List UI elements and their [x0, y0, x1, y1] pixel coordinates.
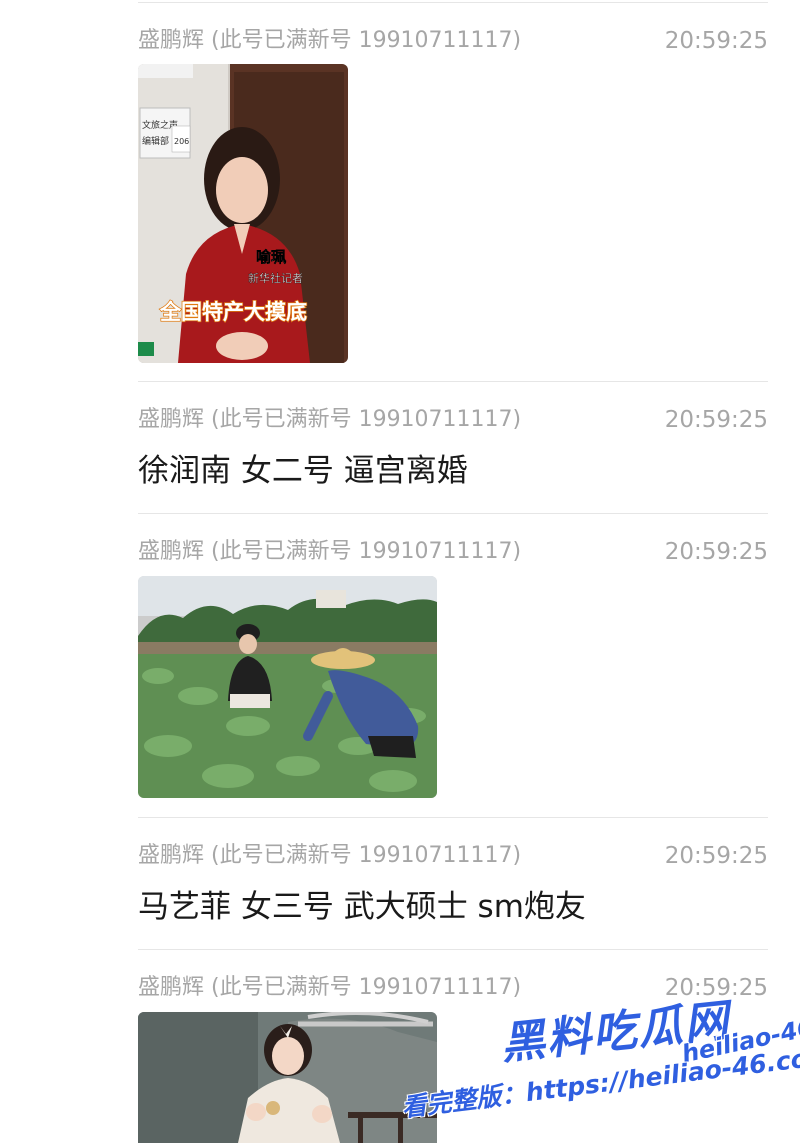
- chat-message-list[interactable]: 盛鹏辉 (此号已满新号 19910711117) 20:59:25 文旅之声 编…: [0, 0, 800, 1143]
- message-divider: [138, 381, 768, 382]
- message-time: 20:59:25: [664, 28, 768, 54]
- message-image-field[interactable]: [138, 576, 437, 798]
- message-text[interactable]: 马艺菲 女三号 武大硕士 sm炮友: [138, 887, 586, 927]
- sender-name: 盛鹏辉 (此号已满新号 19910711117): [138, 975, 522, 1000]
- message-time: 20:59:25: [664, 407, 768, 433]
- message-divider: [138, 2, 768, 3]
- sender-name: 盛鹏辉 (此号已满新号 19910711117): [138, 28, 522, 53]
- caption-banner: 全国特产大摸底: [159, 300, 307, 324]
- reporter-photo: 文旅之声 编辑部 206 喻珮 新华社记者 全国特产大摸底: [138, 64, 348, 363]
- message-image-reporter[interactable]: 文旅之声 编辑部 206 喻珮 新华社记者 全国特产大摸底: [138, 64, 348, 363]
- sender-name: 盛鹏辉 (此号已满新号 19910711117): [138, 407, 522, 432]
- caption-role: 新华社记者: [248, 271, 303, 285]
- message-divider: [138, 817, 768, 818]
- message-time: 20:59:25: [664, 539, 768, 565]
- message-header: 盛鹏辉 (此号已满新号 19910711117) 20:59:25: [138, 535, 768, 569]
- door-number: 206: [174, 137, 189, 146]
- message-header: 盛鹏辉 (此号已满新号 19910711117) 20:59:25: [138, 403, 768, 437]
- message-divider: [138, 513, 768, 514]
- field-photo: [138, 576, 437, 798]
- message-header: 盛鹏辉 (此号已满新号 19910711117) 20:59:25: [138, 839, 768, 873]
- sender-name: 盛鹏辉 (此号已满新号 19910711117): [138, 843, 522, 868]
- message-divider: [138, 949, 768, 950]
- message-header: 盛鹏辉 (此号已满新号 19910711117) 20:59:25: [138, 24, 768, 58]
- message-header: 盛鹏辉 (此号已满新号 19910711117) 20:59:25: [138, 971, 768, 1005]
- girl-photo: [138, 1012, 437, 1143]
- message-text[interactable]: 徐润南 女二号 逼宫离婚: [138, 451, 468, 491]
- sender-name: 盛鹏辉 (此号已满新号 19910711117): [138, 539, 522, 564]
- message-image-girl[interactable]: [138, 1012, 437, 1143]
- caption-name: 喻珮: [256, 248, 287, 266]
- door-sign-line2: 编辑部: [142, 135, 169, 147]
- message-time: 20:59:25: [664, 843, 768, 869]
- message-time: 20:59:25: [664, 975, 768, 1001]
